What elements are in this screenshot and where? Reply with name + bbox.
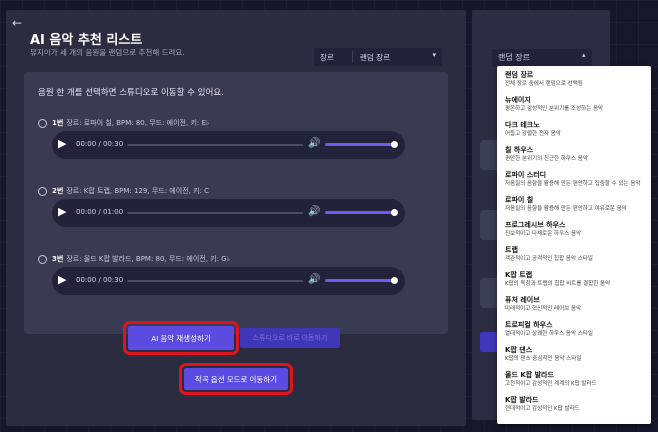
page-subtitle: 뮤지이가 세 개의 음원을 랜덤으로 추천해 드려요. xyxy=(30,48,185,57)
dropdown-item-name: 퓨처 레이브 xyxy=(505,296,540,304)
track-time: 00:00 / 01:00 xyxy=(76,208,124,216)
dropdown-item[interactable]: K팝 발라드 현대적이고 감성적인 K팝 발라드 xyxy=(505,396,649,414)
dropdown-item[interactable]: K팝 댄스 K팝의 댄스 중심적인 음악 스타일 xyxy=(505,346,649,364)
track-number: 1번 xyxy=(52,119,64,127)
dropdown-item-desc: 객관적이고 공격적인 힙합 음악 스타일 xyxy=(505,256,593,262)
caret-up-icon: ▴ xyxy=(582,51,586,59)
dropdown-item[interactable]: 다크 테크노 어둡고 강렬한 전자 음악 xyxy=(505,121,649,139)
dropdown-item[interactable]: 칠 하우스 편안한 분위기의 친근한 하우스 음악 xyxy=(505,146,649,164)
audio-player: ▶ 00:00 / 00:30 🔊 xyxy=(52,131,405,159)
dropdown-item-name: 올드 K팝 발라드 xyxy=(505,371,554,379)
background-genre-select[interactable]: 랜덤 장르 ▴ xyxy=(492,49,592,67)
volume-slider[interactable] xyxy=(325,143,395,146)
recommendation-panel: ← AI 음악 추천 리스트 뮤지이가 세 개의 음원을 랜덤으로 추천해 드려… xyxy=(6,10,466,426)
volume-slider-handle[interactable] xyxy=(391,277,398,284)
dropdown-item[interactable]: 랜덤 장르 전체 장르 중에서 랜덤으로 선택됨 xyxy=(505,71,649,89)
dropdown-item-desc: 편안한 분위기의 친근한 하우스 음악 xyxy=(505,156,588,162)
dropdown-item[interactable]: K팝 트랩 K팝의 독창과 트랩의 힙합 비트를 결합한 음악 xyxy=(505,271,649,289)
back-arrow-icon[interactable]: ← xyxy=(12,16,22,30)
track-number: 2번 xyxy=(52,187,64,195)
dropdown-item-desc: 저음질의 음향을 활용해 만든 편안하고 여유로운 음악 xyxy=(505,206,627,212)
volume-icon[interactable]: 🔊 xyxy=(308,138,320,149)
dropdown-item-desc: 열대적이고 상쾌한 하우스 음악 스타일 xyxy=(505,331,593,337)
background-genre-value: 랜덤 장르 xyxy=(498,53,530,62)
track-time: 00:00 / 00:30 xyxy=(76,276,124,284)
track-number: 3번 xyxy=(52,255,64,263)
dropdown-item[interactable]: 트랩 객관적이고 공격적인 힙합 음악 스타일 xyxy=(505,246,649,264)
genre-select[interactable]: 장르 랜덤 장르 ▾ xyxy=(314,48,442,66)
dropdown-item[interactable]: 프로그레시브 하우스 진보적이고 다채로운 하우스 음악 xyxy=(505,221,649,239)
dropdown-item-desc: 미래적이고 혁신적인 레이브 음악 xyxy=(505,306,582,312)
dropdown-item-name: 로파이 칠 xyxy=(505,196,534,204)
instruction-text: 음원 한 개를 선택하면 스튜디오로 이동할 수 있어요. xyxy=(38,88,224,98)
dropdown-item-desc: 저음질의 음향을 활용해 만든 편안하고 집중할 수 있는 음악 xyxy=(505,181,641,187)
track-time: 00:00 / 00:30 xyxy=(76,140,124,148)
dropdown-item[interactable]: 로파이 칠 저음질의 음향을 활용해 만든 편안하고 여유로운 음악 xyxy=(505,196,649,214)
seek-bar[interactable] xyxy=(127,144,303,146)
go-to-studio-button[interactable]: 스튜디오로 바로 이동하기 xyxy=(240,328,340,348)
dropdown-item-desc: K팝의 독창과 트랩의 힙합 비트를 결합한 음악 xyxy=(505,281,611,287)
dropdown-item-desc: 진보적이고 다채로운 하우스 음악 xyxy=(505,231,582,237)
volume-slider-handle[interactable] xyxy=(391,209,398,216)
dropdown-item-name: 칠 하우스 xyxy=(505,146,534,154)
volume-icon[interactable]: 🔊 xyxy=(308,206,320,217)
dropdown-item-name: K팝 댄스 xyxy=(505,346,533,354)
seek-bar[interactable] xyxy=(127,280,303,282)
dropdown-item[interactable]: 로파이 스터디 저음질의 음향을 활용해 만든 편안하고 집중할 수 있는 음악 xyxy=(505,171,649,189)
genre-select-value: 랜덤 장르 xyxy=(360,53,390,62)
play-icon[interactable]: ▶ xyxy=(58,273,66,286)
genre-select-label: 장르 xyxy=(320,53,334,62)
play-icon[interactable]: ▶ xyxy=(58,205,66,218)
radio-button[interactable] xyxy=(38,254,47,264)
dropdown-item-name: 트로피컬 하우스 xyxy=(505,321,553,329)
track-info: 장르: K팝 트랩, BPM: 129, 무드: 에이전, 키: C xyxy=(66,187,209,195)
radio-button[interactable] xyxy=(38,186,47,196)
dropdown-item-desc: 현대적이고 감성적인 K팝 발라드 xyxy=(505,406,580,412)
genre-dropdown-list: 랜덤 장르 전체 장르 중에서 랜덤으로 선택됨 뉴에이지 평온하고 감성적인 … xyxy=(497,66,651,424)
dropdown-item[interactable]: 트로피컬 하우스 열대적이고 상쾌한 하우스 음악 스타일 xyxy=(505,321,649,339)
dropdown-item-name: K팝 트랩 xyxy=(505,271,533,279)
audio-player: ▶ 00:00 / 01:00 🔊 xyxy=(52,199,405,227)
page-title: AI 음악 추천 리스트 xyxy=(30,33,143,48)
dropdown-item-name: 랜덤 장르 xyxy=(505,71,534,79)
dropdown-item[interactable]: 뉴에이지 평온하고 감성적인 분위기를 조성하는 음악 xyxy=(505,96,649,114)
track-info: 장르: 로파이 칠, BPM: 80, 무드: 에이전, 키: E♭ xyxy=(66,119,210,127)
dropdown-item-desc: 어둡고 강렬한 전자 음악 xyxy=(505,131,561,137)
play-icon[interactable]: ▶ xyxy=(58,137,66,150)
track-option[interactable]: 2번 장르: K팝 트랩, BPM: 129, 무드: 에이전, 키: C xyxy=(38,186,209,196)
dropdown-item[interactable]: 올드 K팝 발라드 고전적이고 감성적인 계계의 K팝 발라드 xyxy=(505,371,649,389)
regenerate-button[interactable]: AI 음악 재생성하기 xyxy=(123,321,239,355)
seek-bar[interactable] xyxy=(127,212,303,214)
dropdown-item-desc: 평온하고 감성적인 분위기를 조성하는 음악 xyxy=(505,106,604,112)
volume-slider-handle[interactable] xyxy=(391,141,398,148)
volume-icon[interactable]: 🔊 xyxy=(308,274,320,285)
dropdown-item-name: K팝 발라드 xyxy=(505,396,539,404)
composition-options-button[interactable]: 작곡 옵션 모드로 이동하기 xyxy=(179,363,293,395)
divider xyxy=(352,51,353,63)
dropdown-item-name: 로파이 스터디 xyxy=(505,171,547,179)
audio-player: ▶ 00:00 / 00:30 🔊 xyxy=(52,267,405,295)
chevron-down-icon: ▾ xyxy=(432,51,436,59)
dropdown-item[interactable]: 퓨처 레이브 미래적이고 혁신적인 레이브 음악 xyxy=(505,296,649,314)
dropdown-item-name: 트랩 xyxy=(505,246,518,254)
dropdown-item-name: 프로그레시브 하우스 xyxy=(505,221,566,229)
radio-button[interactable] xyxy=(38,118,47,128)
dropdown-item-desc: 전체 장르 중에서 랜덤으로 선택됨 xyxy=(505,81,583,87)
dropdown-item-name: 뉴에이지 xyxy=(505,96,531,104)
track-list-card: 음원 한 개를 선택하면 스튜디오로 이동할 수 있어요. 1번 장르: 로파이… xyxy=(24,72,448,334)
volume-slider[interactable] xyxy=(325,211,395,214)
track-option[interactable]: 1번 장르: 로파이 칠, BPM: 80, 무드: 에이전, 키: E♭ xyxy=(38,118,209,128)
dropdown-item-name: 다크 테크노 xyxy=(505,121,540,129)
dropdown-item-desc: K팝의 댄스 중심적인 음악 스타일 xyxy=(505,356,582,362)
dropdown-item-desc: 고전적이고 감성적인 계계의 K팝 발라드 xyxy=(505,381,597,387)
track-option[interactable]: 3번 장르: 올드 K팝 발라드, BPM: 80, 무드: 에이전, 키: G… xyxy=(38,254,230,264)
track-info: 장르: 올드 K팝 발라드, BPM: 80, 무드: 에이전, 키: G♭ xyxy=(66,255,230,263)
volume-slider[interactable] xyxy=(325,279,395,282)
